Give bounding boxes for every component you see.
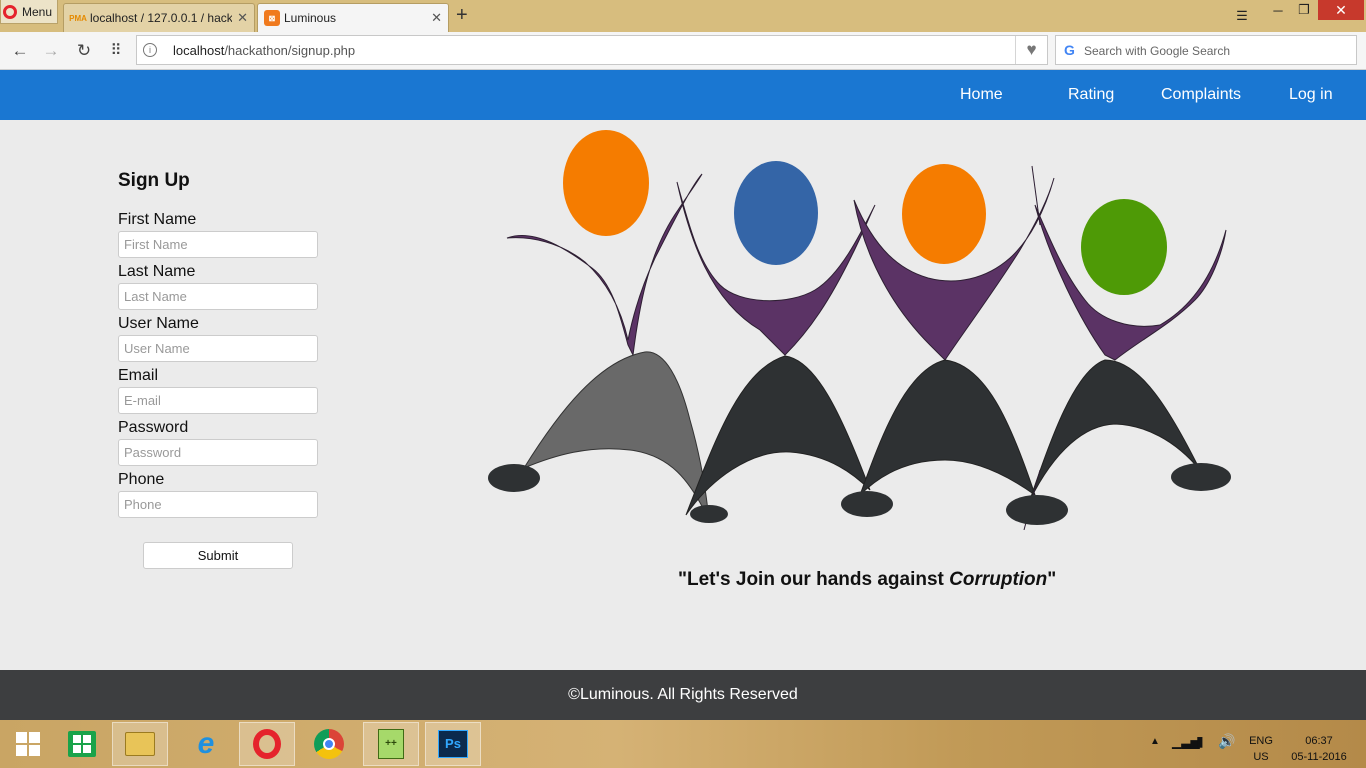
submit-button[interactable]: Submit bbox=[143, 542, 293, 569]
start-icon[interactable] bbox=[0, 722, 56, 766]
foot bbox=[841, 491, 893, 517]
region-code: US bbox=[1253, 751, 1269, 763]
foot bbox=[1006, 495, 1068, 525]
notepad-plus-plus-icon[interactable]: ++ bbox=[363, 722, 419, 766]
minimize-button[interactable]: ─ bbox=[1266, 0, 1290, 20]
tab-menu-icon[interactable]: ☰ bbox=[1232, 6, 1252, 26]
phone-label: Phone bbox=[118, 471, 165, 488]
slogan-prefix: "Let's Join our hands against bbox=[678, 569, 950, 590]
email-label: Email bbox=[118, 367, 159, 384]
figure-1-legs bbox=[522, 351, 710, 521]
reload-icon[interactable]: ↻ bbox=[72, 40, 96, 62]
user-name-label: User Name bbox=[118, 315, 199, 332]
signup-form: Sign Up First Name Last Name User Name E… bbox=[118, 170, 318, 569]
nav-home[interactable]: Home bbox=[960, 86, 1003, 104]
back-icon[interactable]: ← bbox=[8, 40, 32, 62]
slogan: "Let's Join our hands against Corruption… bbox=[678, 569, 1056, 591]
chrome-icon[interactable] bbox=[301, 722, 357, 766]
new-tab-button[interactable]: + bbox=[456, 4, 468, 27]
figure-1-head bbox=[563, 130, 649, 236]
close-window-button[interactable]: ✕ bbox=[1318, 0, 1364, 20]
clock-time: 06:37 bbox=[1305, 735, 1333, 747]
language-code: ENG bbox=[1249, 735, 1273, 747]
site-header: Home Rating Complaints Log in bbox=[0, 70, 1366, 120]
show-hidden-icons-icon[interactable]: ▲ bbox=[1150, 736, 1160, 747]
opera-menu-button[interactable]: Menu bbox=[0, 0, 58, 24]
figure-2-legs bbox=[685, 355, 871, 516]
tab-title: localhost / 127.0.0.1 / hackathon bbox=[90, 11, 232, 25]
google-icon: G bbox=[1064, 42, 1075, 58]
forward-icon[interactable]: → bbox=[39, 40, 63, 62]
opera-icon[interactable] bbox=[239, 722, 295, 766]
password-field[interactable] bbox=[118, 439, 318, 466]
password-label: Password bbox=[118, 419, 189, 436]
clock[interactable]: 06:37 05-11-2016 bbox=[1284, 733, 1354, 765]
language-indicator[interactable]: ENG US bbox=[1246, 733, 1276, 765]
last-name-field[interactable] bbox=[118, 283, 318, 310]
figure-4-head bbox=[1081, 199, 1167, 295]
clock-date: 05-11-2016 bbox=[1291, 751, 1347, 763]
close-tab-icon[interactable]: ✕ bbox=[431, 10, 442, 26]
figure-2-head bbox=[734, 161, 818, 265]
windows-taskbar: e ++ Ps ▲ ▁▃▅ ▮ 🔊 ENG US 06:37 05-11-201… bbox=[0, 720, 1366, 768]
browser-tab-bar: Menu PMA localhost / 127.0.0.1 / hackath… bbox=[0, 0, 1366, 32]
file-explorer-icon[interactable] bbox=[112, 722, 168, 766]
slogan-emphasis: Corruption bbox=[949, 569, 1048, 590]
figure-3-arm-line bbox=[1031, 165, 1041, 226]
close-tab-icon[interactable]: ✕ bbox=[237, 10, 248, 26]
tab-luminous[interactable]: ⊠ Luminous ✕ bbox=[257, 3, 449, 32]
nav-login[interactable]: Log in bbox=[1289, 86, 1333, 104]
volume-icon[interactable]: 🔊 bbox=[1218, 733, 1235, 750]
nav-complaints[interactable]: Complaints bbox=[1161, 86, 1241, 104]
bookmark-heart-icon[interactable]: ♥ bbox=[1015, 36, 1047, 64]
phone-field[interactable] bbox=[118, 491, 318, 518]
search-input[interactable]: G Search with Google Search bbox=[1055, 35, 1357, 65]
slogan-suffix: " bbox=[1047, 569, 1057, 590]
internet-explorer-icon[interactable]: e bbox=[178, 722, 234, 766]
speed-dial-icon[interactable]: ⠿ bbox=[104, 40, 128, 62]
first-name-field[interactable] bbox=[118, 231, 318, 258]
first-name-label: First Name bbox=[118, 211, 197, 228]
form-title: Sign Up bbox=[118, 170, 190, 191]
phpmyadmin-icon: PMA bbox=[69, 13, 87, 23]
site-info-icon[interactable]: i bbox=[143, 43, 157, 57]
email-field[interactable] bbox=[118, 387, 318, 414]
foot bbox=[1171, 463, 1231, 491]
last-name-label: Last Name bbox=[118, 263, 196, 280]
tab-phpmyadmin[interactable]: PMA localhost / 127.0.0.1 / hackathon ✕ bbox=[63, 3, 255, 32]
tab-title: Luminous bbox=[284, 11, 337, 25]
photoshop-icon[interactable]: Ps bbox=[425, 722, 481, 766]
user-name-field[interactable] bbox=[118, 335, 318, 362]
figure-3-head bbox=[902, 164, 986, 264]
footer-text: ©Luminous. All Rights Reserved bbox=[568, 686, 798, 703]
store-icon[interactable] bbox=[54, 722, 110, 766]
xampp-icon: ⊠ bbox=[264, 10, 280, 26]
battery-icon[interactable]: ▮ bbox=[1196, 733, 1204, 750]
url-text: localhost/hackathon/signup.php bbox=[173, 43, 356, 58]
address-bar[interactable]: i localhost/hackathon/signup.php ♥ bbox=[136, 35, 1048, 65]
browser-toolbar: ← → ↻ ⠿ i localhost/hackathon/signup.php… bbox=[0, 32, 1366, 70]
nav-rating[interactable]: Rating bbox=[1068, 86, 1114, 104]
site-footer: ©Luminous. All Rights Reserved bbox=[0, 670, 1366, 720]
foot bbox=[488, 464, 540, 492]
foot bbox=[690, 505, 728, 523]
restore-button[interactable]: ❐ bbox=[1292, 0, 1316, 20]
hero-dancers-illustration bbox=[488, 130, 1231, 530]
search-placeholder: Search with Google Search bbox=[1084, 44, 1231, 58]
opera-icon bbox=[3, 4, 17, 19]
figure-3-legs bbox=[859, 359, 1036, 497]
menu-label: Menu bbox=[22, 4, 53, 19]
